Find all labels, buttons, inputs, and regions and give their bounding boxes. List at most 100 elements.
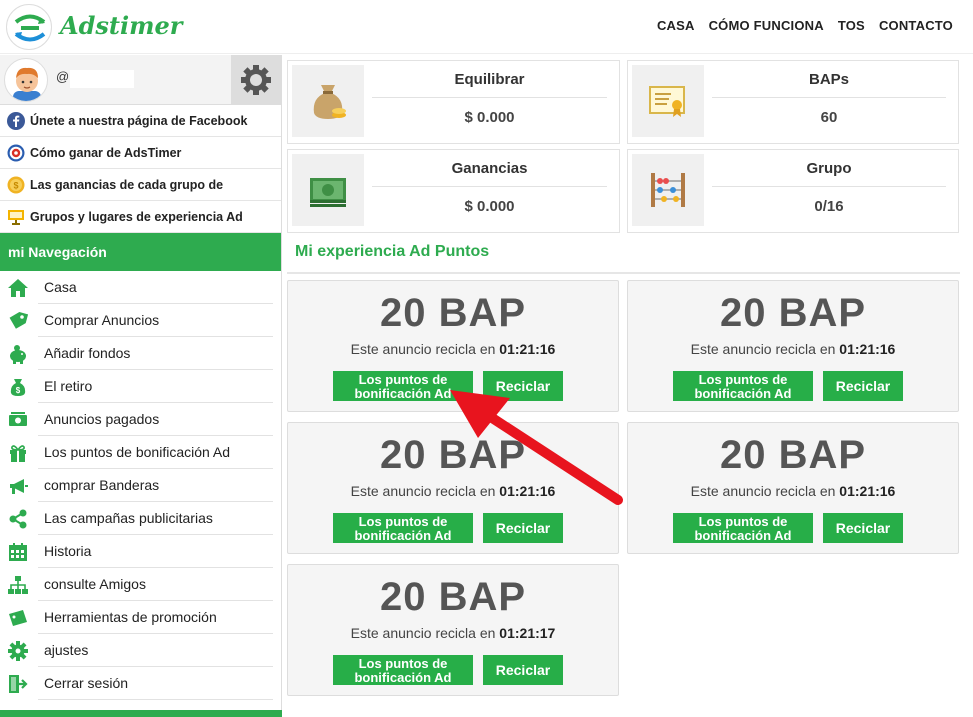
sidebar-item-label: consulte Amigos	[44, 576, 146, 592]
recycle-button[interactable]: Reciclar	[823, 371, 903, 401]
bonus-points-button[interactable]: Los puntos de bonificación Ad	[333, 655, 473, 685]
section-divider	[287, 272, 960, 274]
share-icon	[9, 509, 27, 529]
annotation-arrow-icon	[450, 390, 623, 505]
stat-label: Equilibrar	[454, 71, 525, 88]
sidebar-item-campanas-publicitarias[interactable]: Las campañas publicitarias	[0, 502, 281, 535]
nav-link-tos[interactable]: TOS	[838, 18, 865, 33]
user-avatar-icon	[13, 67, 41, 101]
recycle-button[interactable]: Reciclar	[483, 513, 563, 543]
stat-divider	[372, 186, 607, 187]
avatar[interactable]	[4, 58, 48, 102]
coin-icon: $	[7, 176, 25, 194]
promo-link-how-to-earn[interactable]: Cómo ganar de AdsTimer	[0, 137, 281, 169]
sidebar-item-label: Herramientas de promoción	[44, 609, 217, 625]
logout-icon	[9, 675, 28, 693]
stat-label: Ganancias	[451, 160, 528, 177]
stat-card-earnings: Ganancias $ 0.000	[287, 149, 620, 233]
sidebar-item-anadir-fondos[interactable]: Añadir fondos	[0, 337, 281, 370]
bonus-points-button[interactable]: Los puntos de bonificación Ad	[673, 513, 813, 543]
sidebar-item-label: Añadir fondos	[44, 345, 131, 361]
sidebar: @ Únete a nuestra página de Facebook Cóm…	[0, 55, 282, 717]
ad-recycle-info: Este anuncio recicla en 01:21:16	[628, 341, 958, 357]
sidebar-item-consulte-amigos[interactable]: consulte Amigos	[0, 568, 281, 601]
sidebar-item-herramientas-promocion[interactable]: Herramientas de promoción	[0, 601, 281, 634]
settings-button[interactable]	[231, 55, 281, 105]
certificate-icon	[649, 86, 685, 117]
presentation-icon	[8, 210, 24, 225]
top-navigation: CASA CÓMO FUNCIONA TOS CONTACTO	[657, 18, 953, 33]
ad-bap-amount: 20 BAP	[379, 575, 527, 619]
sidebar-item-label: Anuncios pagados	[44, 411, 160, 427]
nav-link-casa[interactable]: CASA	[657, 18, 695, 33]
ad-card: 20 BAP Este anuncio recicla en 01:21:16 …	[627, 422, 959, 554]
sidebar-item-label: Historia	[44, 543, 92, 559]
svg-text:$: $	[13, 181, 18, 191]
ticket-icon	[9, 610, 27, 626]
sitemap-icon	[8, 576, 28, 594]
stat-divider	[372, 97, 607, 98]
stat-card-image	[632, 65, 704, 137]
sidebar-item-puntos-bonificacion[interactable]: Los puntos de bonificación Ad	[0, 436, 281, 469]
stat-card-image	[632, 154, 704, 226]
recycle-timer: 01:21:16	[839, 483, 896, 499]
promo-link-label: Únete a nuestra página de Facebook	[30, 114, 248, 128]
stat-divider	[712, 97, 946, 98]
sidebar-item-label: ajustes	[44, 642, 89, 658]
ad-recycle-info: Este anuncio recicla en 01:21:16	[628, 483, 958, 499]
home-icon	[8, 279, 28, 297]
money-sack-icon	[313, 85, 346, 119]
stat-value: 60	[820, 109, 838, 126]
sidebar-item-comprar-banderas[interactable]: comprar Banderas	[0, 469, 281, 502]
banknotes-icon	[310, 178, 346, 207]
calendar-icon	[9, 543, 27, 561]
sidebar-footer-bar	[0, 710, 282, 717]
stat-card-group: Grupo 0/16	[627, 149, 959, 233]
megaphone-icon	[10, 479, 28, 494]
ad-bap-amount: 20 BAP	[719, 291, 867, 335]
nav-link-como-funciona[interactable]: CÓMO FUNCIONA	[709, 18, 824, 33]
svg-text:$: $	[16, 386, 21, 395]
stat-card-balance: Equilibrar $ 0.000	[287, 60, 620, 144]
ad-bap-amount: 20 BAP	[379, 291, 527, 335]
recycle-button[interactable]: Reciclar	[483, 655, 563, 685]
promo-link-group-earnings[interactable]: $ Las ganancias de cada grupo de	[0, 169, 281, 201]
promo-link-label: Grupos y lugares de experiencia Ad	[30, 210, 243, 224]
sidebar-item-label: Los puntos de bonificación Ad	[44, 444, 231, 460]
sidebar-item-casa[interactable]: Casa	[0, 271, 281, 304]
bonus-points-button[interactable]: Los puntos de bonificación Ad	[673, 371, 813, 401]
stat-value: $ 0.000	[464, 198, 515, 215]
promo-link-label: Cómo ganar de AdsTimer	[30, 146, 182, 160]
logo[interactable]	[6, 4, 52, 50]
sidebar-item-cerrar-sesion[interactable]: Cerrar sesión	[0, 667, 281, 700]
sidebar-item-ajustes[interactable]: ajustes	[0, 634, 281, 667]
recycle-text: Este anuncio recicla en	[350, 341, 496, 357]
gear-icon	[241, 65, 271, 95]
brand-name[interactable]: Adstimer	[60, 11, 182, 40]
sidebar-item-historia[interactable]: Historia	[0, 535, 281, 568]
ad-recycle-info: Este anuncio recicla en 01:21:16	[288, 341, 618, 357]
ad-card: 20 BAP Este anuncio recicla en 01:21:16 …	[627, 280, 959, 412]
sidebar-item-anuncios-pagados[interactable]: Anuncios pagados	[0, 403, 281, 436]
ad-recycle-info: Este anuncio recicla en 01:21:17	[288, 625, 618, 641]
sidebar-item-comprar-anuncios[interactable]: Comprar Anuncios	[0, 304, 281, 337]
recycle-text: Este anuncio recicla en	[690, 341, 836, 357]
sidebar-item-label: comprar Banderas	[44, 477, 160, 493]
stat-card-image	[292, 154, 364, 226]
ad-card: 20 BAP Este anuncio recicla en 01:21:17 …	[287, 564, 619, 696]
bonus-points-button[interactable]: Los puntos de bonificación Ad	[333, 513, 473, 543]
sidebar-item-label: Casa	[44, 279, 77, 295]
navigation-title: mi Navegación	[0, 233, 281, 271]
recycle-button[interactable]: Reciclar	[823, 513, 903, 543]
promo-link-ad-experience-groups[interactable]: Grupos y lugares de experiencia Ad	[0, 201, 281, 233]
logo-arrows-icon	[14, 14, 46, 42]
stat-label: BAPs	[808, 71, 849, 88]
nav-link-contacto[interactable]: CONTACTO	[879, 18, 953, 33]
cash-icon	[9, 412, 27, 426]
sidebar-item-el-retiro[interactable]: $ El retiro	[0, 370, 281, 403]
stat-card-baps: BAPs 60	[627, 60, 959, 144]
promo-link-label: Las ganancias de cada grupo de	[30, 178, 224, 192]
username-redaction	[70, 70, 134, 88]
sidebar-item-label: Las campañas publicitarias	[44, 510, 213, 526]
promo-link-facebook[interactable]: Únete a nuestra página de Facebook	[0, 105, 281, 137]
